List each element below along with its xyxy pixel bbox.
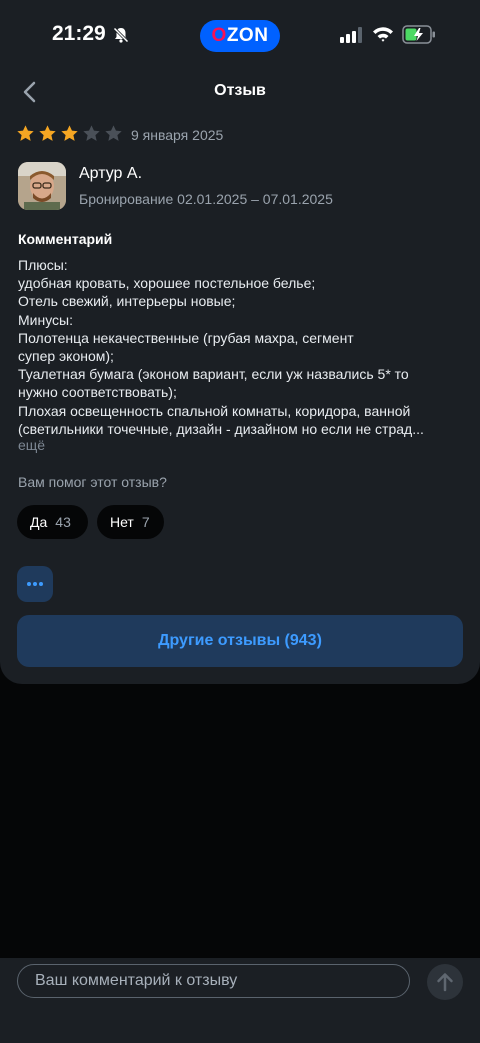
review-date: 9 января 2025 [131, 127, 224, 143]
cellular-signal-icon [340, 27, 362, 43]
battery-charging-icon [402, 25, 435, 44]
star-filled-icon [17, 125, 34, 141]
send-button[interactable] [427, 964, 463, 1000]
comment-line: Полотенца некачественные (грубая махра, … [18, 329, 354, 346]
comment-line: нужно соответствовать); [18, 384, 177, 401]
helpful-question: Вам помог этот отзыв? [18, 474, 167, 490]
comment-line: Минусы: [18, 311, 74, 328]
status-time: 21:29 [52, 22, 106, 45]
wifi-icon [373, 27, 393, 42]
vote-no-count: 7 [141, 514, 150, 530]
vote-yes-count: 43 [55, 514, 71, 530]
comment-input[interactable] [17, 964, 410, 998]
comment-heading: Комментарий [18, 231, 113, 247]
comment-line: Отель свежий, интерьеры новые; [18, 293, 236, 310]
booking-dates: Бронирование 02.01.2025 – 07.01.2025 [79, 191, 333, 207]
other-reviews-button[interactable]: Другие отзывы (943) [17, 615, 463, 667]
comment-line: Туалетная бумага (эконом вариант, если у… [18, 366, 409, 383]
rating-stars [16, 124, 123, 143]
arrow-up-icon [437, 973, 453, 992]
vote-no-button[interactable]: Нет 7 [97, 505, 164, 539]
page-title: Отзыв [214, 82, 266, 99]
star-empty-icon [105, 125, 122, 141]
more-dots-icon [27, 582, 43, 586]
status-bar: 21:29 O ZON [0, 0, 480, 72]
ozon-logo: O ZON [200, 20, 280, 52]
show-more-link[interactable]: ещё [18, 437, 45, 453]
vote-yes-button[interactable]: Да 43 [17, 505, 88, 539]
comment-line: (светильники точечные, дизайн - дизайном… [18, 420, 424, 437]
vote-no-label: Нет [110, 514, 134, 530]
comment-line: Плохая освещенность спальной комнаты, ко… [18, 402, 411, 419]
comment-text: Плюсы: удобная кровать, хорошее постельн… [18, 256, 463, 438]
vote-yes-label: Да [30, 514, 48, 530]
comment-line: удобная кровать, хорошее постельное бель… [18, 275, 316, 292]
comment-line: Плюсы: [18, 257, 68, 273]
comment-line: супер эконом); [18, 348, 114, 365]
more-options-button[interactable] [17, 566, 53, 602]
star-filled-icon [61, 125, 78, 141]
star-empty-icon [83, 125, 100, 141]
bell-muted-icon [113, 27, 129, 43]
star-filled-icon [39, 125, 56, 141]
author-name: Артур А. [79, 165, 143, 182]
avatar[interactable] [18, 162, 66, 210]
